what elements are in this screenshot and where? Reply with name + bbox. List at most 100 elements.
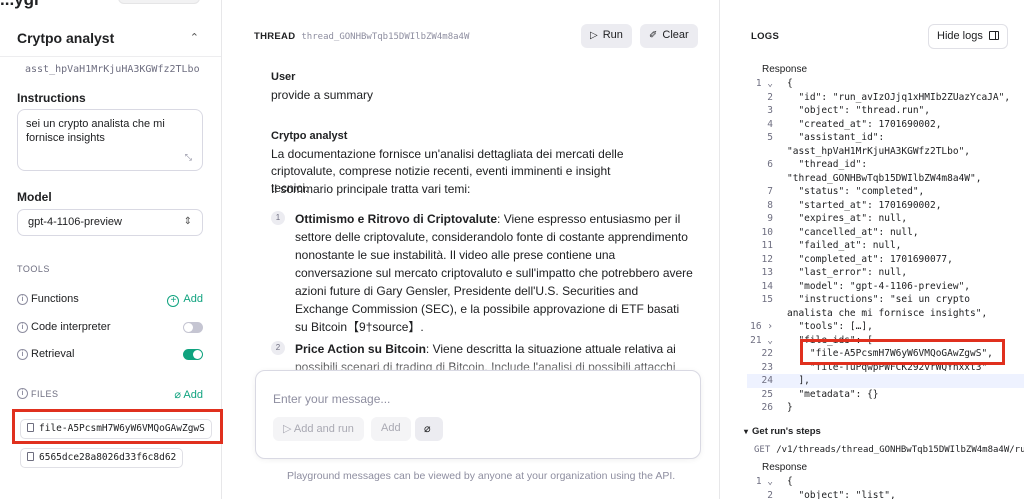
code-text: "tools": […], [787,321,873,332]
line-number: 5 [767,132,773,143]
code-line: 26 } [747,401,1024,415]
expand-icon[interactable]: ⤡ [185,150,192,164]
info-icon[interactable]: i [17,349,28,360]
request-method: GET [754,445,771,455]
code-interpreter-toggle[interactable] [183,322,203,333]
list-title: Ottimismo e Ritrovo di Criptovalute [295,212,498,226]
sidebar-icon [988,31,999,40]
chevron-updown-icon: ⌃ [189,32,199,44]
message-text: provide a summary [271,88,374,102]
divider [0,56,221,57]
code-text: "assistant_id": [787,132,885,143]
paperclip-icon: ⌀ [174,389,181,401]
line-number: 12 [761,253,773,265]
add-and-run-label: Add and run [293,423,354,435]
code-text: "instructions": "sei un crypto [787,294,971,305]
line-number: 14 [761,280,773,292]
assistant-id: asst_hpVaH1MrKjuHA3KGWfz2TLbo [25,64,200,75]
code-line: 13 "last_error": null, [747,266,1024,280]
run-button[interactable]: ▷ Run [581,24,632,48]
info-icon[interactable]: i [17,294,28,305]
document-icon [27,452,34,461]
add-message-button[interactable]: Add [371,417,411,441]
message-role: Crytpo analyst [271,130,348,142]
add-function-button[interactable]: + Add [167,293,203,307]
paperclip-icon: ⌀ [424,423,431,435]
list-number: 1 [271,211,285,225]
retrieval-toggle[interactable] [183,349,203,360]
thread-label: THREAD [254,31,296,42]
code-text: "id": "run_avIzOJjq1xHMIb2ZUazYcaJA", [787,91,1011,103]
code-text: analista che mi fornisce insights", [787,307,988,319]
code-text: "last_error": null, [787,267,908,278]
model-select[interactable]: gpt-4-1106-preview ⇕ [17,209,203,236]
clear-button[interactable]: ✐ Clear [640,24,698,48]
model-value: gpt-4-1106-preview [28,216,122,228]
tool-name: Retrieval [31,348,75,360]
line-number: 7 [767,186,773,197]
code-line: "thread_GONHBwTqb15DWIlbZW4m8a4W", [747,172,1024,186]
line-number: 22 [761,348,773,359]
steps-header[interactable]: ▾ Get run's steps [744,426,821,437]
line-number: 2 [767,489,773,499]
line-number: 16 › [750,321,773,332]
code-text: "expires_at": null, [787,213,908,224]
info-icon[interactable]: i [17,322,28,333]
caret-down-icon: ▾ [744,427,749,436]
code-line: 11 "failed_at": null, [747,239,1024,253]
line-number: 6 [767,159,773,170]
line-number: 10 [761,226,773,238]
line-number: 8 [767,199,773,211]
code-text: "object": "list", [787,489,896,499]
list-title: Price Action su Bitcoin [295,342,426,356]
plus-circle-icon: + [167,295,180,307]
code-text: "failed_at": null, [787,240,902,251]
line-number: 15 [761,294,773,305]
code-text: "cancelled_at": null, [787,226,919,238]
code-text: { [787,78,793,89]
code-line: 5 "assistant_id": [747,131,1024,145]
add-label: Add [381,422,401,434]
steps-label: Get run's steps [752,426,821,437]
clear-label: Clear [662,29,689,41]
code-text: "started_at": 1701690002, [787,199,942,211]
code-line: 10 "cancelled_at": null, [747,226,1024,240]
code-text: { [787,476,793,487]
play-icon: ▷ [590,30,598,41]
code-text: "thread_id": [787,159,868,170]
files-heading: FILES [31,389,59,399]
line-number: 11 [761,240,773,251]
code-text: "asst_hpVaH1MrKjuHA3KGWfz2TLbo", [787,145,971,157]
instructions-textarea[interactable]: sei un crypto analista che mi fornisce i… [17,109,203,171]
hide-logs-label: Hide logs [937,30,983,42]
assistant-selector[interactable]: Crytpo analyst ⌃ [17,30,207,48]
request-line: GET/v1/threads/thread_GONHBwTqb15DWIlbZW… [754,445,1024,455]
code-line: 1 ⌄ { [747,77,1024,91]
add-and-run-button[interactable]: ▷ Add and run [273,417,364,441]
tool-name: Code interpreter [31,321,111,333]
info-icon[interactable]: i [17,388,28,399]
highlight-box [12,409,223,444]
code-line: 24 ], [747,374,1024,388]
highlight-box [800,339,1005,365]
hide-logs-button[interactable]: Hide logs [928,24,1008,49]
code-line: 7 "status": "completed", [747,185,1024,199]
file-chip[interactable]: 6565dce28a8026d33f6c8d62 [20,448,184,468]
response-label: Response [762,462,808,473]
code-line: 9 "expires_at": null, [747,212,1024,226]
line-number: 23 [761,361,773,373]
code-text: "object": "thread.run", [787,105,930,116]
run-label: Run [602,29,623,41]
message-input[interactable]: Enter your message... [273,392,390,406]
code-text: "model": "gpt-4-1106-preview", [787,280,971,292]
tool-functions: i Functions + Add [17,293,205,309]
add-label: Add [183,389,203,401]
message-role: User [271,71,296,83]
attach-button[interactable]: ⌀ [415,417,443,441]
add-file-button[interactable]: ⌀ Add [174,388,203,401]
thread-id: thread_GONHBwTqb15DWIlbZW4m8a4W [301,32,470,42]
code-line: 4 "created_at": 1701690002, [747,118,1024,132]
code-line: 1 ⌄ { [747,475,1024,489]
code-text: "status": "completed", [787,186,925,197]
code-text: "created_at": 1701690002, [787,118,942,130]
